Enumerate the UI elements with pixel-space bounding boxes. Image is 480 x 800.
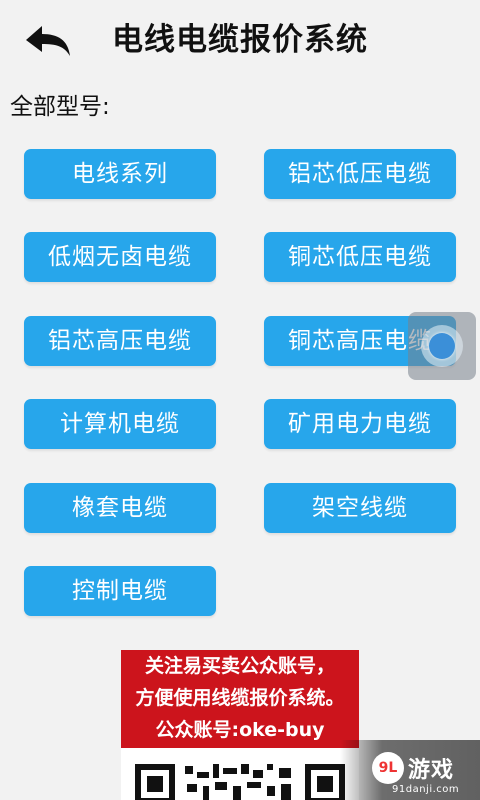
promo-line: 公众账号:oke-buy (155, 719, 325, 741)
model-button-wire-series[interactable]: 电线系列 (24, 149, 216, 199)
model-button-copper-low-voltage[interactable]: 铜芯低压电缆 (264, 232, 456, 282)
watermark-logo-icon: 9L (372, 752, 404, 784)
back-arrow-icon (26, 26, 70, 56)
watermark-text: 游戏 (408, 758, 455, 783)
floating-assistive-button[interactable] (408, 312, 476, 380)
app-header: 电线电缆报价系统 (0, 0, 480, 80)
back-button[interactable] (22, 20, 78, 64)
promo-line: 关注易买卖公众账号， (144, 655, 335, 677)
model-button-low-smoke-halogen-free[interactable]: 低烟无卤电缆 (24, 232, 216, 282)
model-button-computer-cable[interactable]: 计算机电缆 (24, 399, 216, 449)
qr-code (121, 748, 359, 800)
watermark-url: 91danji.com (392, 784, 460, 795)
model-button-rubber-sheathed-cable[interactable]: 橡套电缆 (24, 483, 216, 533)
watermark: 9L 游戏 (372, 750, 454, 786)
model-button-aluminum-low-voltage[interactable]: 铝芯低压电缆 (264, 149, 456, 199)
model-button-control-cable[interactable]: 控制电缆 (24, 566, 216, 616)
qr-code-icon (135, 764, 345, 800)
promo-line: 方便使用线缆报价系统。 (135, 687, 345, 709)
promo-banner: 关注易买卖公众账号， 方便使用线缆报价系统。 公众账号:oke-buy (121, 650, 359, 748)
assistive-dot-icon (429, 333, 455, 359)
section-label: 全部型号: (10, 94, 110, 120)
model-button-mining-power-cable[interactable]: 矿用电力电缆 (264, 399, 456, 449)
model-button-overhead-cable[interactable]: 架空线缆 (264, 483, 456, 533)
model-button-aluminum-high-voltage[interactable]: 铝芯高压电缆 (24, 316, 216, 366)
page-title: 电线电缆报价系统 (112, 22, 368, 58)
